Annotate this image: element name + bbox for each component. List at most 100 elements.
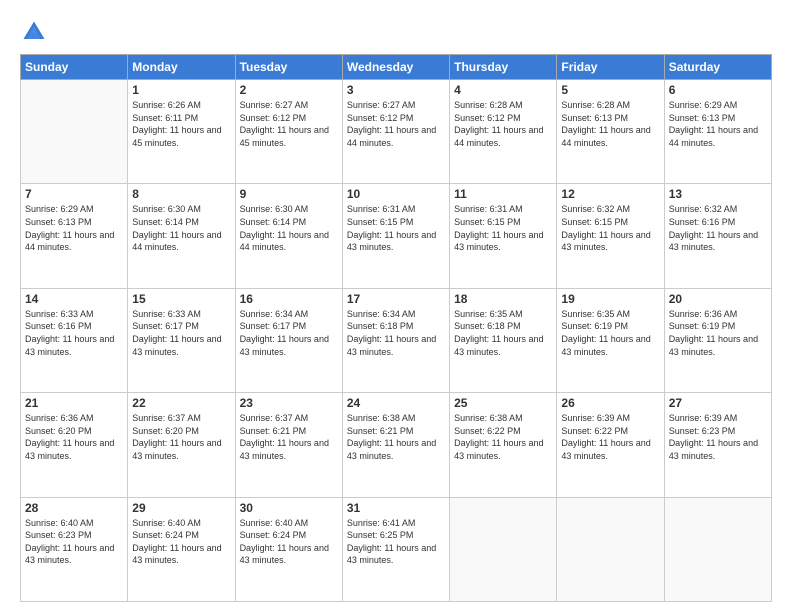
calendar-cell: 21Sunrise: 6:36 AM Sunset: 6:20 PM Dayli… xyxy=(21,393,128,497)
calendar-cell: 20 Sunrise: 6:36 AM Sunset: 6:19 PM Dayli… xyxy=(664,288,771,392)
day-number: 18 xyxy=(454,292,552,306)
day-info: Sunrise: 6:39 AM Sunset: 6:23 PM Dayligh… xyxy=(669,412,767,462)
calendar-cell: 3 Sunrise: 6:27 AM Sunset: 6:12 PM Daylig… xyxy=(342,80,449,184)
calendar-cell: 30 Sunrise: 6:40 AM Sunset: 6:24 PM Dayli… xyxy=(235,497,342,601)
day-info: Sunrise: 6:38 AM Sunset: 6:22 PM Dayligh… xyxy=(454,412,552,462)
day-info: Sunrise: 6:35 AM Sunset: 6:19 PM Dayligh… xyxy=(561,308,659,358)
day-info: Sunrise: 6:31 AM Sunset: 6:15 PM Dayligh… xyxy=(454,203,552,253)
day-info: Sunrise: 6:28 AM Sunset: 6:12 PM Dayligh… xyxy=(454,99,552,149)
calendar-cell: 12Sunrise: 6:32 AM Sunset: 6:15 PM Dayli… xyxy=(557,184,664,288)
calendar-cell: 11 Sunrise: 6:31 AM Sunset: 6:15 PM Dayli… xyxy=(450,184,557,288)
day-info: Sunrise: 6:30 AM Sunset: 6:14 PM Dayligh… xyxy=(132,203,230,253)
day-number: 8 xyxy=(132,187,230,201)
day-number: 9 xyxy=(240,187,338,201)
calendar-week: 28 Sunrise: 6:40 AM Sunset: 6:23 PM Dayli… xyxy=(21,497,772,601)
calendar-cell: 1Sunrise: 6:26 AM Sunset: 6:11 PM Daylig… xyxy=(128,80,235,184)
calendar-cell: 13 Sunrise: 6:32 AM Sunset: 6:16 PM Dayli… xyxy=(664,184,771,288)
calendar-cell: 7 Sunrise: 6:29 AM Sunset: 6:13 PM Daylig… xyxy=(21,184,128,288)
calendar-cell: 4 Sunrise: 6:28 AM Sunset: 6:12 PM Daylig… xyxy=(450,80,557,184)
day-number: 21 xyxy=(25,396,123,410)
calendar-header: SundayMondayTuesdayWednesdayThursdayFrid… xyxy=(21,55,772,80)
day-number: 12 xyxy=(561,187,659,201)
logo-icon xyxy=(20,18,48,46)
day-number: 2 xyxy=(240,83,338,97)
calendar-cell: 24 Sunrise: 6:38 AM Sunset: 6:21 PM Dayli… xyxy=(342,393,449,497)
day-info: Sunrise: 6:38 AM Sunset: 6:21 PM Dayligh… xyxy=(347,412,445,462)
day-info: Sunrise: 6:31 AM Sunset: 6:15 PM Dayligh… xyxy=(347,203,445,253)
calendar-cell: 29Sunrise: 6:40 AM Sunset: 6:24 PM Dayli… xyxy=(128,497,235,601)
day-info: Sunrise: 6:33 AM Sunset: 6:16 PM Dayligh… xyxy=(25,308,123,358)
day-info: Sunrise: 6:33 AM Sunset: 6:17 PM Dayligh… xyxy=(132,308,230,358)
day-number: 7 xyxy=(25,187,123,201)
day-number: 28 xyxy=(25,501,123,515)
day-number: 24 xyxy=(347,396,445,410)
weekday-row: SundayMondayTuesdayWednesdayThursdayFrid… xyxy=(21,55,772,80)
calendar-cell xyxy=(664,497,771,601)
day-number: 23 xyxy=(240,396,338,410)
day-info: Sunrise: 6:36 AM Sunset: 6:19 PM Dayligh… xyxy=(669,308,767,358)
calendar-cell: 5 Sunrise: 6:28 AM Sunset: 6:13 PM Daylig… xyxy=(557,80,664,184)
weekday-header: Saturday xyxy=(664,55,771,80)
day-number: 30 xyxy=(240,501,338,515)
calendar-cell: 26 Sunrise: 6:39 AM Sunset: 6:22 PM Dayli… xyxy=(557,393,664,497)
day-number: 27 xyxy=(669,396,767,410)
calendar-cell: 8 Sunrise: 6:30 AM Sunset: 6:14 PM Daylig… xyxy=(128,184,235,288)
calendar-week: 21Sunrise: 6:36 AM Sunset: 6:20 PM Dayli… xyxy=(21,393,772,497)
calendar-week: 14 Sunrise: 6:33 AM Sunset: 6:16 PM Dayli… xyxy=(21,288,772,392)
day-info: Sunrise: 6:29 AM Sunset: 6:13 PM Dayligh… xyxy=(25,203,123,253)
day-info: Sunrise: 6:27 AM Sunset: 6:12 PM Dayligh… xyxy=(347,99,445,149)
calendar-cell: 17 Sunrise: 6:34 AM Sunset: 6:18 PM Dayli… xyxy=(342,288,449,392)
day-number: 31 xyxy=(347,501,445,515)
calendar-cell: 23Sunrise: 6:37 AM Sunset: 6:21 PM Dayli… xyxy=(235,393,342,497)
calendar-cell: 2 Sunrise: 6:27 AM Sunset: 6:12 PM Daylig… xyxy=(235,80,342,184)
day-info: Sunrise: 6:41 AM Sunset: 6:25 PM Dayligh… xyxy=(347,517,445,567)
header xyxy=(20,18,772,46)
calendar-cell: 19Sunrise: 6:35 AM Sunset: 6:19 PM Dayli… xyxy=(557,288,664,392)
calendar-cell: 27 Sunrise: 6:39 AM Sunset: 6:23 PM Dayli… xyxy=(664,393,771,497)
day-number: 6 xyxy=(669,83,767,97)
calendar-cell: 9 Sunrise: 6:30 AM Sunset: 6:14 PM Daylig… xyxy=(235,184,342,288)
day-number: 16 xyxy=(240,292,338,306)
weekday-header: Sunday xyxy=(21,55,128,80)
day-number: 3 xyxy=(347,83,445,97)
day-info: Sunrise: 6:40 AM Sunset: 6:24 PM Dayligh… xyxy=(132,517,230,567)
calendar-cell: 16 Sunrise: 6:34 AM Sunset: 6:17 PM Dayli… xyxy=(235,288,342,392)
day-info: Sunrise: 6:30 AM Sunset: 6:14 PM Dayligh… xyxy=(240,203,338,253)
calendar-cell xyxy=(21,80,128,184)
calendar-cell: 31 Sunrise: 6:41 AM Sunset: 6:25 PM Dayli… xyxy=(342,497,449,601)
day-number: 11 xyxy=(454,187,552,201)
day-number: 4 xyxy=(454,83,552,97)
day-info: Sunrise: 6:35 AM Sunset: 6:18 PM Dayligh… xyxy=(454,308,552,358)
calendar-cell: 14 Sunrise: 6:33 AM Sunset: 6:16 PM Dayli… xyxy=(21,288,128,392)
day-number: 20 xyxy=(669,292,767,306)
weekday-header: Tuesday xyxy=(235,55,342,80)
day-number: 5 xyxy=(561,83,659,97)
day-number: 14 xyxy=(25,292,123,306)
calendar-body: 1Sunrise: 6:26 AM Sunset: 6:11 PM Daylig… xyxy=(21,80,772,602)
calendar-cell: 18 Sunrise: 6:35 AM Sunset: 6:18 PM Dayli… xyxy=(450,288,557,392)
day-number: 13 xyxy=(669,187,767,201)
day-number: 17 xyxy=(347,292,445,306)
calendar: SundayMondayTuesdayWednesdayThursdayFrid… xyxy=(20,54,772,602)
day-info: Sunrise: 6:28 AM Sunset: 6:13 PM Dayligh… xyxy=(561,99,659,149)
day-info: Sunrise: 6:32 AM Sunset: 6:16 PM Dayligh… xyxy=(669,203,767,253)
calendar-cell xyxy=(557,497,664,601)
calendar-cell: 22 Sunrise: 6:37 AM Sunset: 6:20 PM Dayli… xyxy=(128,393,235,497)
calendar-cell: 15Sunrise: 6:33 AM Sunset: 6:17 PM Dayli… xyxy=(128,288,235,392)
day-info: Sunrise: 6:40 AM Sunset: 6:23 PM Dayligh… xyxy=(25,517,123,567)
day-info: Sunrise: 6:29 AM Sunset: 6:13 PM Dayligh… xyxy=(669,99,767,149)
day-info: Sunrise: 6:27 AM Sunset: 6:12 PM Dayligh… xyxy=(240,99,338,149)
logo xyxy=(20,18,52,46)
day-info: Sunrise: 6:26 AM Sunset: 6:11 PM Dayligh… xyxy=(132,99,230,149)
day-info: Sunrise: 6:34 AM Sunset: 6:18 PM Dayligh… xyxy=(347,308,445,358)
day-info: Sunrise: 6:40 AM Sunset: 6:24 PM Dayligh… xyxy=(240,517,338,567)
calendar-week: 1Sunrise: 6:26 AM Sunset: 6:11 PM Daylig… xyxy=(21,80,772,184)
calendar-week: 7 Sunrise: 6:29 AM Sunset: 6:13 PM Daylig… xyxy=(21,184,772,288)
day-info: Sunrise: 6:34 AM Sunset: 6:17 PM Dayligh… xyxy=(240,308,338,358)
day-info: Sunrise: 6:37 AM Sunset: 6:20 PM Dayligh… xyxy=(132,412,230,462)
day-number: 26 xyxy=(561,396,659,410)
day-info: Sunrise: 6:39 AM Sunset: 6:22 PM Dayligh… xyxy=(561,412,659,462)
day-number: 22 xyxy=(132,396,230,410)
weekday-header: Thursday xyxy=(450,55,557,80)
calendar-cell: 6 Sunrise: 6:29 AM Sunset: 6:13 PM Daylig… xyxy=(664,80,771,184)
